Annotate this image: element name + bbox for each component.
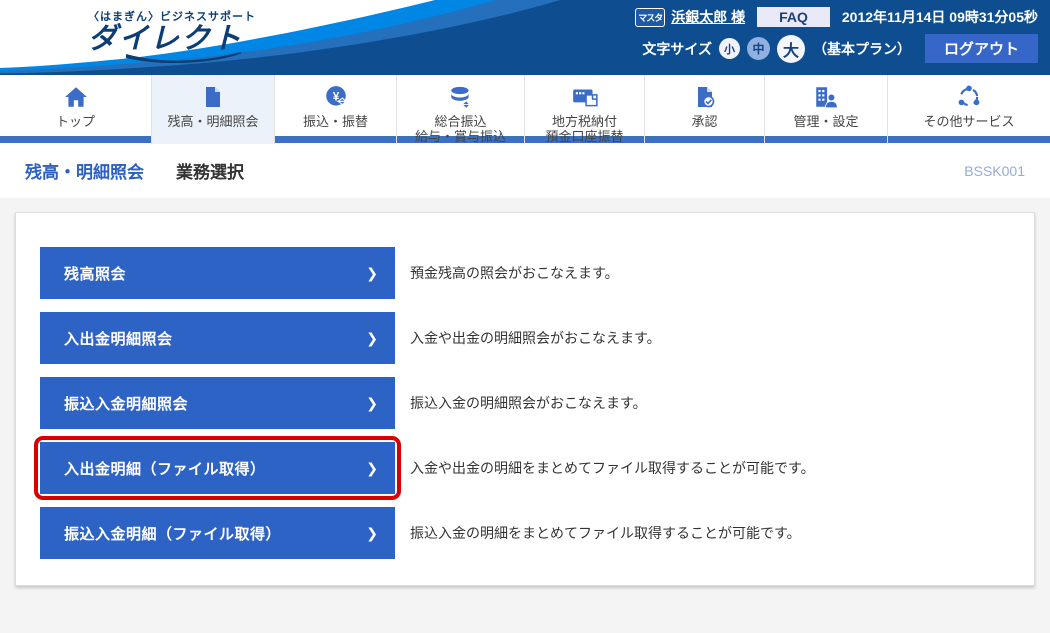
main-nav: トップ 残高・明細照会 ¥ 振込・振替 総合振込 給与・賞与振込 <box>0 75 1050 143</box>
faq-button[interactable]: FAQ <box>757 7 830 27</box>
nav-item-balance-inquiry[interactable]: 残高・明細照会 <box>152 75 275 144</box>
menu-row-balance: 残高照会 ❯ 預金残高の照会がおこなえます。 <box>16 241 1034 305</box>
logo-brand: ダイレクト <box>88 24 256 54</box>
menu-description: 入金や出金の明細照会がおこなえます。 <box>410 328 661 348</box>
app-header: 〈はまぎん〉ビジネスサポート ダイレクト マスタ 浜銀太郎 様 FAQ 2012… <box>0 0 1050 75</box>
approval-check-icon <box>693 83 717 111</box>
datetime-text: 2012年11月14日 09時31分05秒 <box>842 7 1038 27</box>
chevron-right-icon: ❯ <box>366 330 378 347</box>
coins-transfer-icon <box>448 83 474 111</box>
highlight-ring: 振込入金明細照会 ❯ <box>34 371 401 435</box>
menu-description: 振込入金の明細をまとめてファイル取得することが可能です。 <box>410 523 801 543</box>
page-title: 業務選択 <box>176 158 244 183</box>
plan-label: （基本プラン） <box>813 39 911 59</box>
font-size-small-button[interactable]: 小 <box>719 38 740 59</box>
logout-button[interactable]: ログアウト <box>925 34 1038 63</box>
incoming-transfer-file-button[interactable]: 振込入金明細（ファイル取得） ❯ <box>40 507 395 559</box>
nav-item-admin-settings[interactable]: 管理・設定 <box>765 75 888 144</box>
nav-item-other-services[interactable]: その他サービス <box>888 75 1050 144</box>
chevron-right-icon: ❯ <box>366 265 378 282</box>
menu-row-deposit-withdrawal-inquiry: 入出金明細照会 ❯ 入金や出金の明細照会がおこなえます。 <box>16 306 1034 370</box>
user-type-badge: マスタ <box>635 8 665 27</box>
user-name-link[interactable]: 浜銀太郎 様 <box>671 7 745 27</box>
yen-transfer-icon: ¥ <box>323 83 349 111</box>
menu-description: 振込入金の明細照会がおこなえます。 <box>410 393 647 413</box>
highlight-ring: 入出金明細（ファイル取得） ❯ <box>34 436 401 500</box>
document-icon <box>201 83 225 111</box>
nav-item-local-tax[interactable]: 地方税納付 預金口座振替 <box>525 75 645 144</box>
screen-id: BSSK001 <box>964 163 1025 179</box>
menu-row-incoming-transfer-inquiry: 振込入金明細照会 ❯ 振込入金の明細照会がおこなえます。 <box>16 371 1034 435</box>
chevron-right-icon: ❯ <box>366 460 378 477</box>
highlight-ring: 入出金明細照会 ❯ <box>34 306 401 370</box>
menu-row-incoming-transfer-file: 振込入金明細（ファイル取得） ❯ 振込入金の明細をまとめてファイル取得することが… <box>16 501 1034 565</box>
payment-slip-icon <box>571 83 599 111</box>
menu-description: 預金残高の照会がおこなえます。 <box>410 263 619 283</box>
nav-item-top[interactable]: トップ <box>0 75 152 144</box>
menu-description: 入金や出金の明細をまとめてファイル取得することが可能です。 <box>410 458 815 478</box>
chevron-right-icon: ❯ <box>366 525 378 542</box>
menu-card: 残高照会 ❯ 預金残高の照会がおこなえます。 入出金明細照会 ❯ 入金や出金の明… <box>15 212 1035 586</box>
building-person-icon <box>813 83 839 111</box>
deposit-withdrawal-file-button[interactable]: 入出金明細（ファイル取得） ❯ <box>40 442 395 494</box>
nav-item-transfer[interactable]: ¥ 振込・振替 <box>275 75 397 144</box>
highlight-ring: 振込入金明細（ファイル取得） ❯ <box>34 501 401 565</box>
logo-tagline: 〈はまぎん〉ビジネスサポート <box>88 8 256 24</box>
breadcrumb: 残高・明細照会 業務選択 BSSK001 <box>0 143 1050 198</box>
incoming-transfer-inquiry-button[interactable]: 振込入金明細照会 ❯ <box>40 377 395 429</box>
deposit-withdrawal-inquiry-button[interactable]: 入出金明細照会 ❯ <box>40 312 395 364</box>
font-size-large-button[interactable]: 大 <box>777 35 805 63</box>
font-size-medium-button[interactable]: 中 <box>747 37 770 60</box>
menu-row-deposit-withdrawal-file: 入出金明細（ファイル取得） ❯ 入金や出金の明細をまとめてファイル取得することが… <box>16 436 1034 500</box>
chevron-right-icon: ❯ <box>366 395 378 412</box>
balance-inquiry-button[interactable]: 残高照会 ❯ <box>40 247 395 299</box>
highlight-ring: 残高照会 ❯ <box>34 241 401 305</box>
breadcrumb-section: 残高・明細照会 <box>25 158 144 183</box>
network-dots-icon <box>956 83 982 111</box>
font-size-label: 文字サイズ <box>642 39 712 59</box>
nav-item-approval[interactable]: 承認 <box>645 75 765 144</box>
bank-logo[interactable]: 〈はまぎん〉ビジネスサポート ダイレクト <box>88 8 256 64</box>
home-icon <box>63 83 89 111</box>
nav-item-bulk-transfer[interactable]: 総合振込 給与・賞与振込 <box>397 75 525 144</box>
content-area: 残高照会 ❯ 預金残高の照会がおこなえます。 入出金明細照会 ❯ 入金や出金の明… <box>0 198 1050 626</box>
